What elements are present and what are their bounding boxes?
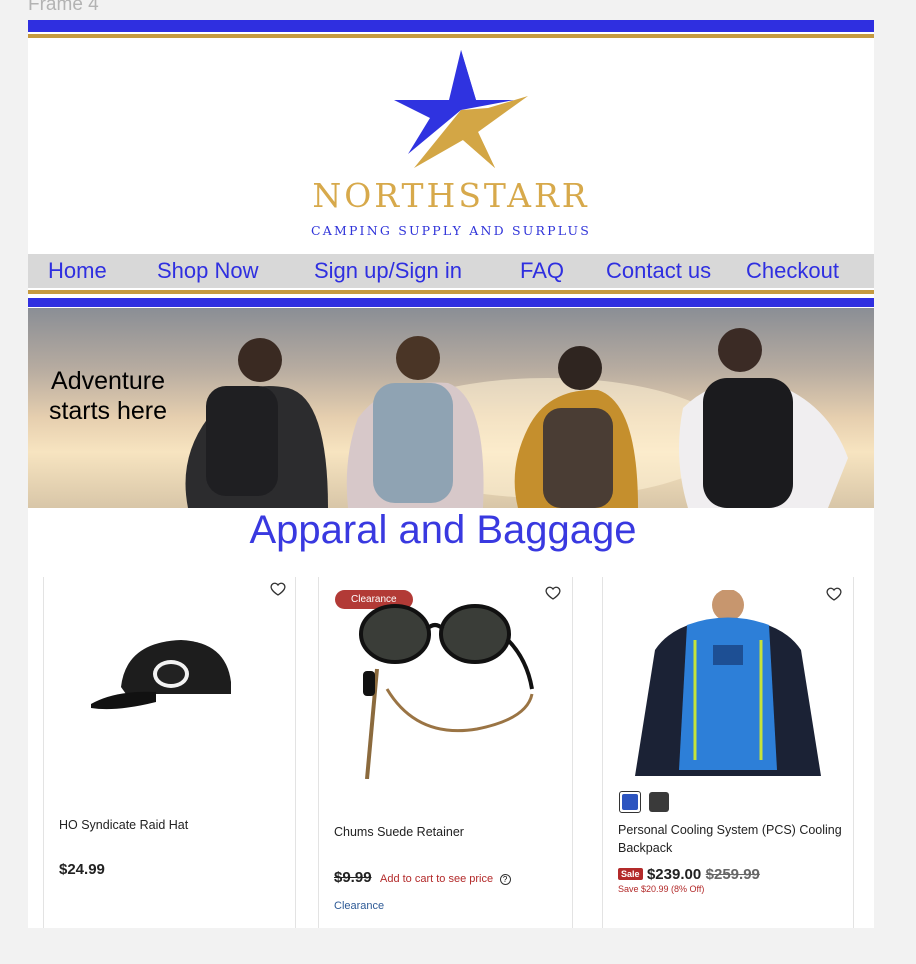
cart-price-note: Add to cart to see price [380, 873, 494, 885]
product-name[interactable]: Personal Cooling System (PCS) Cooling Ba… [618, 821, 843, 857]
original-price: $259.99 [705, 866, 760, 883]
color-swatch-blue[interactable] [619, 791, 641, 813]
sale-badge: Sale [618, 868, 643, 880]
product-card[interactable]: Personal Cooling System (PCS) Cooling Ba… [602, 577, 854, 928]
nav-home[interactable]: Home [48, 258, 107, 284]
top-gold-bar [28, 34, 874, 38]
hat-image[interactable] [86, 632, 236, 722]
color-swatch-black[interactable] [649, 792, 669, 812]
frame-label: Frame 4 [28, 0, 99, 15]
nav-checkout[interactable]: Checkout [746, 258, 839, 284]
nav-faq[interactable]: FAQ [520, 258, 564, 284]
cooling-backpack-image[interactable] [635, 590, 821, 776]
nav-sign-in[interactable]: Sign up/Sign in [314, 258, 462, 284]
product-name[interactable]: Chums Suede Retainer [334, 823, 464, 841]
price-row: Sale $239.00 $259.99 [618, 866, 760, 884]
nav-gold-bar [28, 290, 874, 294]
nav-shop-now[interactable]: Shop Now [157, 258, 259, 284]
product-name[interactable]: HO Syndicate Raid Hat [59, 816, 188, 834]
top-blue-bar [28, 20, 874, 32]
sunglasses-retainer-image[interactable] [357, 599, 537, 779]
brand-tagline: CAMPING SUPPLY AND SURPLUS [310, 223, 592, 238]
help-icon[interactable]: ? [499, 874, 511, 885]
product-price: $9.99 [334, 869, 372, 886]
page-frame: NORTHSTARR CAMPING SUPPLY AND SURPLUS Ho… [28, 20, 874, 928]
product-card[interactable]: HO Syndicate Raid Hat $24.99 [43, 577, 296, 928]
swatch-fill [622, 794, 638, 810]
nav-blue-bar [28, 298, 874, 307]
section-title: Apparal and Baggage [249, 508, 637, 552]
price-row: $9.99 Add to cart to see price ? [334, 869, 511, 887]
product-price: $24.99 [59, 861, 105, 878]
savings-text: Save $20.99 (8% Off) [618, 884, 705, 894]
nav-contact-us[interactable]: Contact us [606, 258, 711, 284]
main-nav: Home Shop Now Sign up/Sign in FAQ Contac… [28, 254, 874, 288]
heart-icon[interactable] [270, 581, 286, 597]
hero-tagline: Adventure starts here [48, 367, 168, 425]
product-card[interactable]: Clearance Chums Suede Retainer $9.99 Add… [318, 577, 573, 928]
clearance-link[interactable]: Clearance [334, 900, 384, 912]
heart-icon[interactable] [545, 585, 561, 601]
hero-banner: Adventure starts here [28, 308, 874, 508]
product-price: $239.00 [646, 866, 702, 883]
brand-name: NORTHSTARR [312, 176, 590, 215]
heart-icon[interactable] [826, 586, 842, 602]
